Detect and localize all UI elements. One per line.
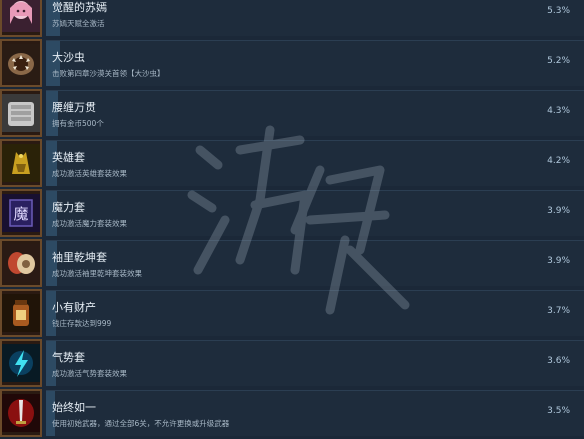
achievement-description: 成功激活英雄套装效果: [52, 169, 127, 178]
sandworm-icon: [0, 39, 42, 87]
achievement-description: 击败第四章沙漠关首领【大沙虫】: [52, 69, 165, 78]
unlock-percent: 3.5%: [547, 406, 570, 416]
svg-text:魔: 魔: [13, 205, 28, 223]
achievement-row: 小有财产 钱庄存款达到999 3.7%: [0, 289, 584, 339]
achievement-panel: 始终如一 使用初始武器，通过全部6关，不允许更换或升级武器 3.5%: [46, 390, 584, 436]
achievement-row: 觉醒的苏嫣 苏嫣天赋全激活 5.3%: [0, 0, 584, 39]
achievement-title: 小有财产: [52, 301, 96, 314]
money-jar-icon: [0, 289, 42, 337]
achievement-row: 大沙虫 击败第四章沙漠关首领【大沙虫】 5.2%: [0, 39, 584, 89]
achievement-description: 苏嫣天赋全激活: [52, 19, 105, 28]
achievement-row: 气势套 成功激活气势套装效果 3.6%: [0, 339, 584, 389]
achievement-title: 觉醒的苏嫣: [52, 1, 107, 14]
unlock-percent: 4.2%: [547, 156, 570, 166]
achievement-panel: 魔力套 成功激活魔力套装效果 3.9%: [46, 190, 584, 236]
achievement-panel: 腰缠万贯 拥有金币500个 4.3%: [46, 90, 584, 136]
unlock-percent: 3.7%: [547, 306, 570, 316]
achievement-description: 拥有金币500个: [52, 119, 104, 128]
achievement-title: 英雄套: [52, 151, 85, 164]
coin-pile-icon: [0, 89, 42, 137]
achievement-title: 魔力套: [52, 201, 85, 214]
achievement-row: 袖里乾坤套 成功激活袖里乾坤套装效果 3.9%: [0, 239, 584, 289]
achievement-description: 钱庄存款达到999: [52, 319, 112, 328]
awakened-girl-icon: [0, 0, 42, 37]
magic-set-icon: 魔: [0, 189, 42, 237]
achievement-description: 成功激活气势套装效果: [52, 369, 127, 378]
achievement-panel: 气势套 成功激活气势套装效果 3.6%: [46, 340, 584, 386]
achievement-description: 成功激活魔力套装效果: [52, 219, 127, 228]
unlock-percent: 5.3%: [547, 6, 570, 16]
achievement-title: 大沙虫: [52, 51, 85, 64]
unlock-percent: 3.6%: [547, 356, 570, 366]
unlock-percent: 5.2%: [547, 56, 570, 66]
achievement-description: 使用初始武器，通过全部6关，不允许更换或升级武器: [52, 419, 230, 428]
achievement-row: 始终如一 使用初始武器，通过全部6关，不允许更换或升级武器 3.5%: [0, 389, 584, 439]
achievement-panel: 大沙虫 击败第四章沙漠关首领【大沙虫】 5.2%: [46, 40, 584, 86]
unlock-percent: 3.9%: [547, 206, 570, 216]
achievement-row: 英雄套 成功激活英雄套装效果 4.2%: [0, 139, 584, 189]
unlock-percent: 4.3%: [547, 106, 570, 116]
achievement-row: 腰缠万贯 拥有金币500个 4.3%: [0, 89, 584, 139]
unlock-percent: 3.9%: [547, 256, 570, 266]
achievement-title: 气势套: [52, 351, 85, 364]
achievement-panel: 小有财产 钱庄存款达到999 3.7%: [46, 290, 584, 336]
achievement-title: 腰缠万贯: [52, 101, 96, 114]
sleeve-set-icon: [0, 239, 42, 287]
momentum-set-icon: [0, 339, 42, 387]
achievement-description: 成功激活袖里乾坤套装效果: [52, 269, 142, 278]
achievement-title: 袖里乾坤套: [52, 251, 107, 264]
achievement-panel: 袖里乾坤套 成功激活袖里乾坤套装效果 3.9%: [46, 240, 584, 286]
achievement-panel: 觉醒的苏嫣 苏嫣天赋全激活 5.3%: [46, 0, 584, 36]
achievement-row: 魔 魔力套 成功激活魔力套装效果 3.9%: [0, 189, 584, 239]
achievement-title: 始终如一: [52, 401, 96, 414]
achievement-panel: 英雄套 成功激活英雄套装效果 4.2%: [46, 140, 584, 186]
hero-set-icon: [0, 139, 42, 187]
